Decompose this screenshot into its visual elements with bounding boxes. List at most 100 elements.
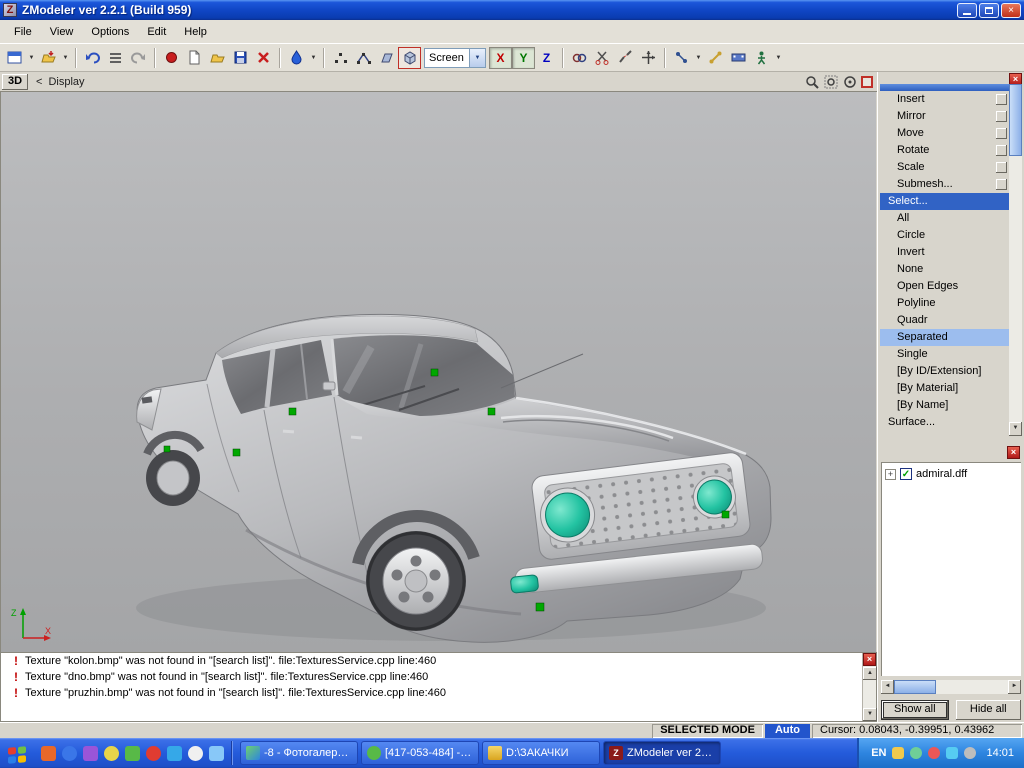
- faces-mode-button[interactable]: [375, 47, 398, 69]
- material-editor-button[interactable]: [285, 47, 308, 69]
- log-entry[interactable]: ! Texture "dno.bmp" was not found in "[s…: [1, 669, 876, 685]
- command-item-surface[interactable]: Surface...: [880, 414, 1009, 431]
- import-button[interactable]: [37, 47, 60, 69]
- command-option-button[interactable]: [996, 128, 1007, 139]
- command-item-all[interactable]: All: [880, 210, 1009, 227]
- command-item-quadr[interactable]: Quadr: [880, 312, 1009, 329]
- quick-launch-icon-6[interactable]: [146, 746, 161, 761]
- quick-launch-icon-5[interactable]: [125, 746, 140, 761]
- undo-button[interactable]: [81, 47, 104, 69]
- skeleton-dropdown[interactable]: ▼: [693, 47, 704, 69]
- quick-launch-icon-7[interactable]: [167, 746, 182, 761]
- view-mode-combobox[interactable]: Screen ▼: [424, 48, 486, 68]
- command-item-submesh[interactable]: Submesh...: [880, 176, 1009, 193]
- record-button[interactable]: [160, 47, 183, 69]
- command-item-separated[interactable]: Separated: [880, 329, 1009, 346]
- command-option-button[interactable]: [996, 179, 1007, 190]
- hide-all-button[interactable]: Hide all: [956, 700, 1022, 720]
- command-option-button[interactable]: [996, 94, 1007, 105]
- vertices-mode-button[interactable]: [329, 47, 352, 69]
- maximize-button[interactable]: [979, 3, 999, 18]
- command-item-insert[interactable]: Insert: [880, 91, 1009, 108]
- maximize-viewport-button[interactable]: [861, 76, 873, 88]
- scroll-down-icon[interactable]: ▼: [863, 708, 877, 721]
- delete-button[interactable]: [252, 47, 275, 69]
- quick-launch-icon-8[interactable]: [188, 746, 203, 761]
- new-scene-button[interactable]: [3, 47, 26, 69]
- log-scrollbar[interactable]: × ▲ ▼: [862, 653, 876, 721]
- menu-view[interactable]: View: [41, 22, 83, 42]
- auto-badge[interactable]: Auto: [765, 724, 810, 738]
- command-item-by-name[interactable]: [By Name]: [880, 397, 1009, 414]
- tray-icon-1[interactable]: [892, 747, 904, 759]
- language-indicator[interactable]: EN: [871, 747, 886, 759]
- history-button[interactable]: [104, 47, 127, 69]
- material-dropdown[interactable]: ▼: [308, 47, 319, 69]
- quick-launch-icon-4[interactable]: [104, 746, 119, 761]
- command-item-move[interactable]: Move: [880, 125, 1009, 142]
- task-zmodeler[interactable]: Z ZModeler ver 2.2...: [603, 741, 721, 765]
- command-item-open-edges[interactable]: Open Edges: [880, 278, 1009, 295]
- redo-button[interactable]: [127, 47, 150, 69]
- scroll-up-icon[interactable]: ▲: [863, 667, 877, 680]
- import-dropdown[interactable]: ▼: [60, 47, 71, 69]
- command-item-none[interactable]: None: [880, 261, 1009, 278]
- edges-mode-button[interactable]: [352, 47, 375, 69]
- axis-x-button[interactable]: X: [489, 47, 512, 69]
- new-file-button[interactable]: [183, 47, 206, 69]
- close-icon[interactable]: ×: [863, 653, 876, 666]
- scroll-left-icon[interactable]: ◄: [881, 680, 894, 694]
- skeleton-tool-button[interactable]: [670, 47, 693, 69]
- axis-z-button[interactable]: Z: [535, 47, 558, 69]
- task-icq[interactable]: [417-053-484] - O...: [361, 741, 479, 765]
- tree-horizontal-scrollbar[interactable]: ◄ ►: [881, 680, 1021, 694]
- animation-tool-button[interactable]: [727, 47, 750, 69]
- command-item-scale[interactable]: Scale: [880, 159, 1009, 176]
- command-option-button[interactable]: [996, 162, 1007, 173]
- viewport-back-arrow[interactable]: <: [36, 76, 42, 88]
- tray-icon-3[interactable]: [928, 747, 940, 759]
- menu-file[interactable]: File: [5, 22, 41, 42]
- menu-edit[interactable]: Edit: [138, 22, 175, 42]
- open-file-button[interactable]: [206, 47, 229, 69]
- log-entry[interactable]: ! Texture "kolon.bmp" was not found in "…: [1, 653, 876, 669]
- log-entry[interactable]: ! Texture "pruzhin.bmp" was not found in…: [1, 685, 876, 701]
- quick-launch-icon-1[interactable]: [41, 746, 56, 761]
- combobox-arrow-icon[interactable]: ▼: [469, 49, 485, 67]
- scroll-right-icon[interactable]: ►: [1008, 680, 1021, 694]
- menu-options[interactable]: Options: [82, 22, 138, 42]
- break-tool-button[interactable]: [614, 47, 637, 69]
- command-option-button[interactable]: [996, 145, 1007, 156]
- skin-tool-button[interactable]: [750, 47, 773, 69]
- close-icon[interactable]: ×: [1007, 446, 1020, 459]
- minimize-button[interactable]: [957, 3, 977, 18]
- scene-tree-item[interactable]: + ✓ admiral.dff: [885, 466, 1017, 482]
- viewport-canvas[interactable]: Z X: [0, 92, 876, 652]
- menu-help[interactable]: Help: [175, 22, 216, 42]
- viewport-view-label[interactable]: Display: [48, 76, 84, 88]
- scroll-down-icon[interactable]: ▼: [1009, 422, 1022, 436]
- command-item-single[interactable]: Single: [880, 346, 1009, 363]
- command-list-scrollbar[interactable]: ▼: [1009, 84, 1022, 436]
- scrollbar-thumb[interactable]: [894, 680, 936, 694]
- command-item-mirror[interactable]: Mirror: [880, 108, 1009, 125]
- show-all-button[interactable]: Show all: [881, 700, 949, 720]
- orbit-icon[interactable]: [842, 74, 858, 90]
- command-item-by-id[interactable]: [By ID/Extension]: [880, 363, 1009, 380]
- task-explorer-folder[interactable]: D:\ЗАКАЧКИ: [482, 741, 600, 765]
- command-item-select[interactable]: Select...: [880, 193, 1009, 210]
- zoom-icon[interactable]: [804, 74, 820, 90]
- command-option-button[interactable]: [996, 111, 1007, 122]
- command-item-rotate[interactable]: Rotate: [880, 142, 1009, 159]
- start-button[interactable]: [5, 742, 29, 764]
- cut-tool-button[interactable]: [591, 47, 614, 69]
- command-item-polyline[interactable]: Polyline: [880, 295, 1009, 312]
- axes-tool-button[interactable]: [637, 47, 660, 69]
- tray-icon-4[interactable]: [946, 747, 958, 759]
- expand-icon[interactable]: +: [885, 469, 896, 480]
- weld-tool-button[interactable]: [568, 47, 591, 69]
- save-button[interactable]: [229, 47, 252, 69]
- quick-launch-icon-3[interactable]: [83, 746, 98, 761]
- visibility-checkbox[interactable]: ✓: [900, 468, 912, 480]
- skin-dropdown[interactable]: ▼: [773, 47, 784, 69]
